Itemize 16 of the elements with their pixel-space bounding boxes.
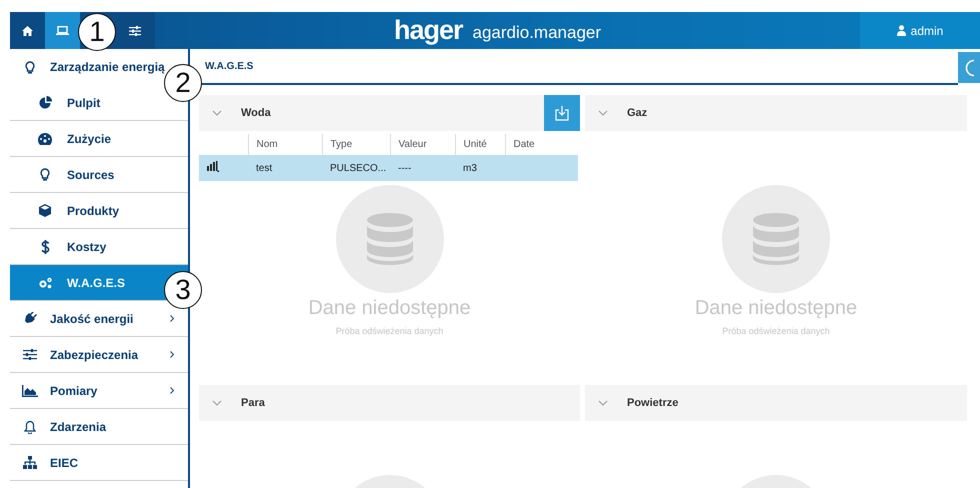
empty-state-title: Dane niedostępne <box>694 297 858 320</box>
empty-state-subtitle: Próba odświeżenia danych <box>336 326 444 336</box>
brand-logo: hager <box>394 15 462 46</box>
number-callout-tooltip: 3 <box>164 271 202 309</box>
table-cell: test <box>248 155 322 181</box>
empty-state-subtitle: Próba odświeżenia danych <box>722 326 830 336</box>
product-name: agardio.manager <box>472 23 602 43</box>
panel-title: Gaz <box>627 107 648 119</box>
number-callout-tooltip: 2 <box>164 64 202 102</box>
empty-state-title: Dane niedostępne <box>308 297 471 320</box>
table-cell: PULSECO... <box>322 155 390 181</box>
panel-title: Woda <box>241 107 272 119</box>
table-cell: m3 <box>455 155 505 181</box>
panel-title: Para <box>241 397 266 409</box>
table-cell: ---- <box>390 155 455 181</box>
panel-title: Powietrze <box>627 397 680 409</box>
